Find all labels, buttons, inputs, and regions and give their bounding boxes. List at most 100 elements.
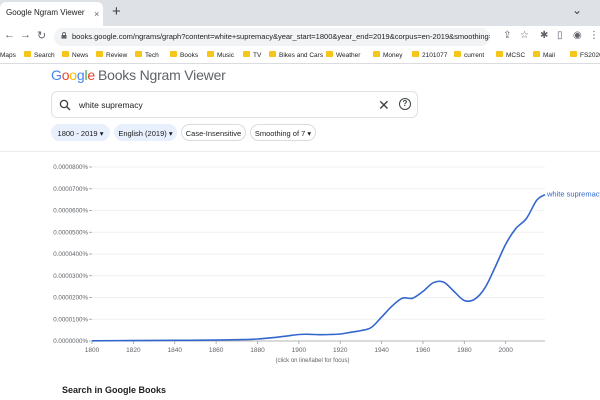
logo-letter: o	[69, 67, 77, 83]
bookmark-label: FS2020	[580, 52, 600, 59]
share-icon[interactable]: ⇪	[503, 30, 511, 41]
bookmark-label: News	[72, 52, 89, 59]
section-title: Search in Google Books	[62, 385, 167, 395]
bookmark-item[interactable]: Review	[96, 50, 127, 62]
folder-icon	[269, 51, 276, 58]
bookmark-label: Review	[106, 52, 128, 59]
folder-icon	[326, 51, 333, 58]
folder-icon	[24, 51, 31, 58]
ngram-viewer-logo[interactable]: Google Books Ngram Viewer	[51, 67, 226, 83]
bookmark-item[interactable]: 2101077	[412, 50, 447, 62]
bookmark-item[interactable]: Maps	[0, 50, 16, 62]
ngram-chart[interactable]: 0.0000000% 0.0000100% 0.0000200% 0.0000300%…	[0, 155, 600, 355]
star-icon[interactable]: ☆	[520, 30, 529, 41]
bookmark-label: Mail	[543, 52, 555, 59]
bookmark-item[interactable]: Tech	[135, 50, 159, 62]
address-bar[interactable]: books.google.com/ngrams/graph?content=wh…	[54, 28, 490, 46]
smoothing-dropdown[interactable]: Smoothing of 7 ▾	[250, 124, 316, 141]
tab-close-icon[interactable]: ×	[94, 9, 99, 19]
new-tab-button[interactable]: +	[112, 3, 121, 20]
lock-icon	[61, 32, 67, 39]
bookmark-item[interactable]: FS2020	[570, 50, 600, 62]
series-label[interactable]: white supremacy	[546, 190, 600, 199]
folder-icon	[96, 51, 103, 58]
ngram-search-box[interactable]: white supremacy ✕ ?	[51, 91, 418, 118]
back-arrow-icon[interactable]: ←	[4, 29, 15, 41]
y-tick-label: 0.0000800%	[53, 164, 88, 171]
year-range-dropdown[interactable]: 1800 - 2019 ▾	[51, 124, 110, 141]
y-tick-label: 0.0000600%	[53, 208, 88, 215]
bookmark-label: TV	[253, 52, 262, 59]
help-icon[interactable]: ?	[399, 98, 411, 110]
bookmark-item[interactable]: Weather	[326, 50, 360, 62]
bookmark-item[interactable]: current	[454, 50, 484, 62]
dropdown-arrow-icon: ▾	[168, 129, 173, 138]
logo-product-name: Books Ngram Viewer	[98, 67, 226, 83]
dropdown-arrow-icon: ▾	[99, 129, 104, 138]
x-tick-label: 1900	[292, 347, 307, 354]
extensions-icon[interactable]: ✱	[540, 30, 548, 41]
folder-icon	[454, 51, 461, 58]
folder-icon	[533, 51, 540, 58]
folder-icon	[570, 51, 577, 58]
x-tick-label: 1800	[85, 347, 100, 354]
bookmark-label: current	[464, 52, 485, 59]
bookmark-item[interactable]: TV	[243, 50, 261, 62]
sidepanel-icon[interactable]: ▯	[557, 30, 563, 41]
x-tick-label: 1940	[374, 347, 389, 354]
menu-icon[interactable]: ⋮	[589, 30, 599, 41]
bookmark-item[interactable]: Bikes and Cars	[269, 50, 323, 62]
profile-icon[interactable]: ◉	[573, 30, 582, 41]
x-tick-label: 1960	[416, 347, 431, 354]
folder-icon	[207, 51, 214, 58]
y-tick-label: 0.0000000%	[53, 338, 88, 345]
folder-icon	[62, 51, 69, 58]
browser-toolbar: ← → ↻ books.google.com/ngrams/graph?cont…	[0, 26, 600, 48]
y-tick-label: 0.0000300%	[53, 273, 88, 280]
bookmark-label: Weather	[336, 52, 361, 59]
browser-tab[interactable]: Google Ngram Viewer ×	[0, 2, 103, 26]
x-tick-label: 1860	[209, 347, 224, 354]
case-label: Case-Insensitive	[185, 129, 242, 138]
bookmark-item[interactable]: Mail	[533, 50, 555, 62]
corpus-dropdown[interactable]: English (2019) ▾	[114, 124, 177, 141]
tab-title: Google Ngram Viewer	[6, 8, 85, 17]
bookmark-item[interactable]: Money	[373, 50, 403, 62]
bookmark-item[interactable]: News	[62, 50, 88, 62]
smoothing-label: Smoothing of 7	[254, 129, 306, 138]
y-tick-label: 0.0000400%	[53, 251, 88, 258]
folder-icon	[243, 51, 250, 58]
url-text: books.google.com/ngrams/graph?content=wh…	[72, 32, 490, 41]
folder-icon	[373, 51, 380, 58]
bookmark-label: Books	[180, 52, 199, 59]
logo-letter: G	[51, 67, 62, 83]
bookmark-label: Bikes and Cars	[279, 52, 324, 59]
x-tick-label: 2000	[498, 347, 513, 354]
x-tick-label: 1920	[333, 347, 348, 354]
folder-icon	[412, 51, 419, 58]
bookmark-label: Search	[34, 52, 55, 59]
x-tick-label: 1820	[126, 347, 141, 354]
search-input[interactable]: white supremacy	[79, 100, 143, 110]
x-tick-label: 1840	[168, 347, 183, 354]
y-tick-label: 0.0000100%	[53, 316, 88, 323]
tab-strip: Google Ngram Viewer × + ⌄	[0, 0, 600, 26]
case-insensitive-toggle[interactable]: Case-Insensitive	[181, 124, 246, 141]
bookmark-item[interactable]: MCSC	[496, 50, 525, 62]
bookmark-item[interactable]: Books	[170, 50, 198, 62]
reload-icon[interactable]: ↻	[37, 29, 46, 42]
year-range-label: 1800 - 2019	[57, 129, 98, 138]
y-tick-label: 0.0000500%	[53, 229, 88, 236]
forward-arrow-icon[interactable]: →	[20, 29, 31, 41]
folder-icon	[496, 51, 503, 58]
chevron-down-icon[interactable]: ⌄	[572, 3, 582, 17]
logo-letter: e	[87, 67, 95, 83]
y-tick-label: 0.0000700%	[53, 186, 88, 193]
corpus-label: English (2019)	[118, 129, 167, 138]
search-icon	[59, 99, 71, 111]
bookmark-item[interactable]: Music	[207, 50, 234, 62]
clear-icon[interactable]: ✕	[378, 97, 390, 114]
chart-hint: (click on line/label for focus)	[275, 358, 350, 364]
bookmark-item[interactable]: Search	[24, 50, 55, 62]
bookmark-label: Tech	[145, 52, 159, 59]
